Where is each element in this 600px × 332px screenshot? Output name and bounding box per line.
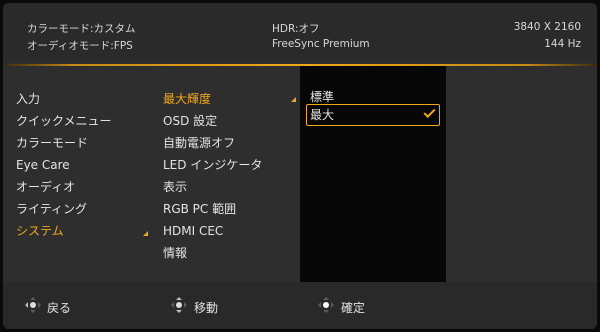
back-hint[interactable]: 戻る [47, 299, 71, 316]
dpad-center-icon [318, 297, 334, 313]
audio-mode-status: オーディオモード:FPS [27, 40, 133, 52]
main-item-lighting[interactable]: ライティング [16, 201, 87, 217]
submenu-caret-icon [291, 97, 296, 102]
empty-panel [447, 66, 597, 282]
main-item-system[interactable]: システム [16, 223, 64, 239]
footer-hints: 戻る 移動 確定 [3, 282, 597, 329]
sub-item-led-indicator[interactable]: LED インジケータ [163, 157, 262, 173]
freesync-status: FreeSync Premium [272, 38, 370, 50]
sub-item-max-brightness[interactable]: 最大輝度 [163, 91, 211, 107]
sub-item-auto-power-off[interactable]: 自動電源オフ [163, 135, 235, 151]
main-menu: 入力 クイックメニュー カラーモード Eye Care オーディオ ライティング… [3, 66, 151, 282]
main-item-quick-menu[interactable]: クイックメニュー [16, 113, 112, 129]
main-item-input[interactable]: 入力 [16, 91, 40, 107]
refresh-rate-status: 144 Hz [544, 38, 581, 50]
main-item-color-mode[interactable]: カラーモード [16, 135, 88, 151]
dpad-left-icon [25, 297, 41, 313]
submenu-caret-icon [143, 231, 148, 236]
sub-item-rgb-pc-range[interactable]: RGB PC 範囲 [163, 201, 236, 217]
option-list: 標準 最大 [300, 66, 446, 282]
status-header: カラーモード:カスタム オーディオモード:FPS HDR:オフ FreeSync… [3, 3, 597, 61]
move-hint[interactable]: 移動 [194, 299, 218, 316]
option-standard[interactable]: 標準 [310, 89, 334, 105]
dpad-updown-icon [171, 297, 187, 313]
main-item-eye-care[interactable]: Eye Care [16, 157, 70, 173]
sub-item-osd-settings[interactable]: OSD 設定 [163, 113, 217, 129]
sub-menu: 最大輝度 OSD 設定 自動電源オフ LED インジケータ 表示 RGB PC … [153, 66, 299, 282]
sub-item-hdmi-cec[interactable]: HDMI CEC [163, 223, 223, 239]
confirm-hint[interactable]: 確定 [341, 299, 365, 316]
option-maximum[interactable]: 最大 [310, 107, 334, 123]
color-mode-status: カラーモード:カスタム [27, 23, 136, 35]
hdr-status: HDR:オフ [272, 23, 320, 35]
sub-item-display[interactable]: 表示 [163, 179, 187, 195]
osd-menu: カラーモード:カスタム オーディオモード:FPS HDR:オフ FreeSync… [3, 3, 597, 329]
sub-item-information[interactable]: 情報 [163, 245, 187, 261]
resolution-status: 3840 X 2160 [513, 21, 581, 33]
main-item-audio[interactable]: オーディオ [16, 179, 75, 195]
